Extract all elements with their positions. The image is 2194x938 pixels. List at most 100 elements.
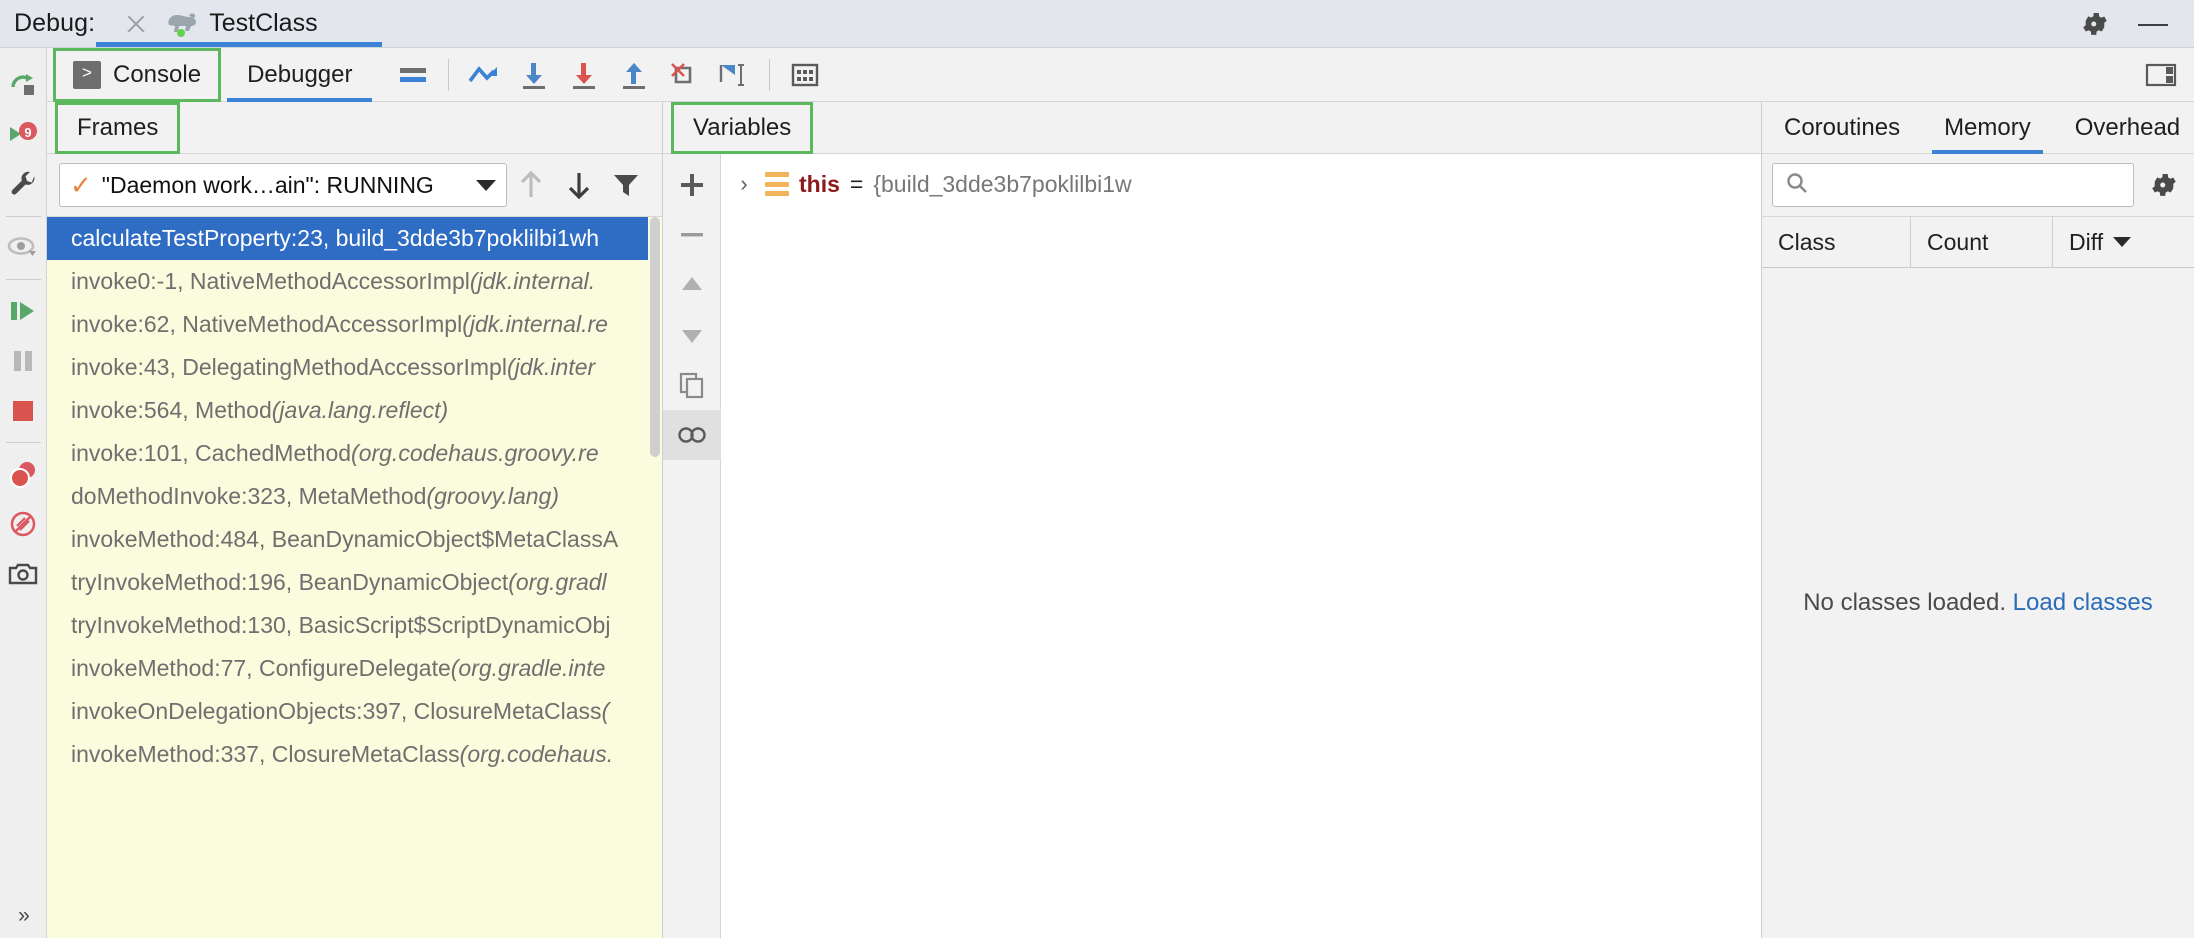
layout-settings-icon[interactable] (388, 48, 438, 102)
frame-row[interactable]: invoke:564, Method (java.lang.reflect) (47, 389, 662, 432)
stop-icon[interactable] (0, 386, 47, 436)
gradle-elephant-icon (165, 9, 199, 39)
frame-package: (org.gradl (508, 569, 606, 596)
view-breakpoints-icon[interactable]: 9 (0, 110, 47, 160)
previous-frame-button[interactable] (507, 154, 555, 216)
frame-package: (jdk.internal. (470, 268, 595, 295)
frame-row[interactable]: invoke:43, DelegatingMethodAccessorImpl … (47, 346, 662, 389)
variable-equals: = (850, 171, 863, 198)
add-watch-icon[interactable] (663, 160, 721, 210)
frames-toolbar: ✓ "Daemon work…ain": RUNNING (47, 154, 662, 216)
debug-tool-window: Debug: TestClass (0, 0, 2194, 938)
memory-search-input[interactable] (1817, 172, 2121, 198)
move-up-icon[interactable] (663, 260, 721, 310)
frame-row[interactable]: invoke:101, CachedMethod (org.codehaus.g… (47, 432, 662, 475)
frame-package: (org.codehaus. (460, 741, 613, 768)
breakpoints-dots-icon[interactable] (0, 449, 47, 499)
pause-program-icon[interactable] (0, 336, 47, 386)
scrollbar-thumb[interactable] (650, 217, 660, 457)
thread-selector[interactable]: ✓ "Daemon work…ain": RUNNING (59, 163, 507, 207)
camera-icon[interactable] (0, 549, 47, 599)
column-header-diff[interactable]: Diff (2052, 216, 2194, 268)
filter-frames-button[interactable] (602, 154, 650, 216)
tab-coroutines[interactable]: Coroutines (1762, 102, 1922, 154)
frame-package: ( (602, 698, 610, 725)
tab-debugger[interactable]: Debugger (227, 48, 372, 102)
rerun-icon[interactable] (0, 60, 47, 110)
settings-wrench-icon[interactable] (0, 160, 47, 210)
frame-label: invoke:101, CachedMethod (71, 440, 351, 467)
remove-watch-icon[interactable] (663, 210, 721, 260)
running-check-icon: ✓ (70, 172, 92, 198)
frame-label: invokeMethod:77, ConfigureDelegate (71, 655, 451, 682)
close-icon[interactable] (123, 11, 149, 37)
frame-row[interactable]: invokeMethod:77, ConfigureDelegate (org.… (47, 647, 662, 690)
frame-row[interactable]: invokeMethod:337, ClosureMetaClass (org.… (47, 733, 662, 776)
frames-pane: Frames ✓ "Daemon work…ain": RUNNING (47, 102, 663, 938)
frame-label: doMethodInvoke:323, MetaMethod (71, 483, 426, 510)
frames-title[interactable]: Frames (55, 102, 180, 154)
tab-memory[interactable]: Memory (1922, 102, 2053, 154)
memory-search-box[interactable] (1772, 163, 2134, 207)
load-classes-link[interactable]: Load classes (2013, 589, 2153, 616)
tab-console[interactable]: > Console (53, 48, 221, 102)
frame-row[interactable]: invoke:62, NativeMethodAccessorImpl (jdk… (47, 303, 662, 346)
console-icon: > (73, 61, 101, 89)
field-icon (765, 172, 789, 196)
step-out-icon[interactable] (609, 48, 659, 102)
frame-row[interactable]: invokeMethod:484, BeanDynamicObject$Meta… (47, 518, 662, 561)
step-over-icon[interactable] (509, 48, 559, 102)
chevron-down-icon (476, 180, 496, 191)
minimize-icon[interactable] (2136, 9, 2170, 39)
frame-package: (org.codehaus.groovy.re (351, 440, 599, 467)
frame-row[interactable]: calculateTestProperty:23, build_3dde3b7p… (47, 217, 662, 260)
frame-row[interactable]: tryInvokeMethod:196, BeanDynamicObject (… (47, 561, 662, 604)
frames-scrollbar[interactable] (648, 217, 662, 938)
inspect-icon[interactable] (663, 410, 721, 460)
frame-label: invoke:62, NativeMethodAccessorImpl (71, 311, 462, 338)
toolbar-divider (6, 442, 41, 443)
tab-debugger-label: Debugger (247, 61, 352, 89)
next-frame-button[interactable] (555, 154, 603, 216)
variables-header: Variables (663, 102, 1761, 154)
frame-row[interactable]: doMethodInvoke:323, MetaMethod (groovy.l… (47, 475, 662, 518)
gear-icon[interactable] (2080, 9, 2110, 39)
frames-list[interactable]: calculateTestProperty:23, build_3dde3b7p… (47, 216, 662, 938)
debug-actions-toolbar: 9 (0, 48, 47, 938)
frame-label: invokeMethod:337, ClosureMetaClass (71, 741, 460, 768)
variable-row[interactable]: › this = {build_3dde3b7poklilbi1w (721, 164, 1761, 204)
run-to-cursor-icon[interactable] (709, 48, 759, 102)
thread-selector-value: "Daemon work…ain": RUNNING (102, 172, 434, 199)
resume-program-icon[interactable] (0, 286, 47, 336)
column-header-count[interactable]: Count (1910, 216, 2052, 268)
force-step-into-icon[interactable] (659, 48, 709, 102)
mute-breakpoints-eye-icon[interactable] (0, 223, 47, 273)
variables-title[interactable]: Variables (671, 102, 813, 154)
chevron-right-icon[interactable]: › (733, 171, 755, 197)
variables-tree[interactable]: › this = {build_3dde3b7poklilbi1w (721, 154, 1761, 938)
frame-row[interactable]: invoke0:-1, NativeMethodAccessorImpl (jd… (47, 260, 662, 303)
run-configuration-name: TestClass (209, 9, 317, 38)
step-into-icon[interactable] (559, 48, 609, 102)
evaluate-expression-icon[interactable] (780, 48, 830, 102)
move-down-icon[interactable] (663, 310, 721, 360)
frame-package: (org.gradle.inte (451, 655, 606, 682)
frame-label: invokeOnDelegationObjects:397, ClosureMe… (71, 698, 602, 725)
variables-toolbar (663, 154, 721, 938)
restore-layout-icon[interactable] (2136, 48, 2186, 102)
copy-value-icon[interactable] (663, 360, 721, 410)
toolbar-divider (769, 59, 770, 91)
gear-icon[interactable] (2144, 170, 2184, 200)
show-execution-point-icon[interactable] (459, 48, 509, 102)
mute-breakpoints-icon[interactable] (0, 499, 47, 549)
frame-label: tryInvokeMethod:196, BeanDynamicObject (71, 569, 508, 596)
memory-empty-text: No classes loaded. (1803, 589, 2012, 616)
memory-pane: Coroutines Memory Overhead (1762, 102, 2194, 938)
frame-row[interactable]: tryInvokeMethod:130, BasicScript$ScriptD… (47, 604, 662, 647)
tab-overhead[interactable]: Overhead (2053, 102, 2194, 154)
variables-pane: Variables (663, 102, 1762, 938)
column-header-class[interactable]: Class (1762, 216, 1910, 268)
more-actions-icon[interactable]: » (18, 904, 28, 928)
frame-row[interactable]: invokeOnDelegationObjects:397, ClosureMe… (47, 690, 662, 733)
run-configuration-tab[interactable]: TestClass (165, 0, 317, 48)
